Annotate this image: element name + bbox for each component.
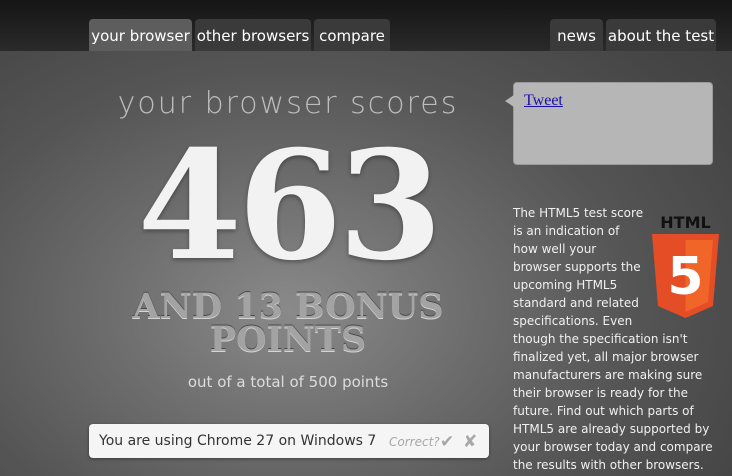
html5-logo-number: 5	[667, 247, 703, 307]
detected-browser-box: You are using Chrome 27 on Windows 7 Cor…	[89, 424, 489, 458]
html5-shield-icon: 5	[652, 234, 719, 318]
tab-about-the-test[interactable]: about the test	[606, 19, 716, 51]
test-description: HTML 5 The HTML5 test score is an indica…	[513, 204, 719, 474]
correct-prompt: Correct?	[389, 435, 440, 449]
score-value: 463	[137, 118, 442, 294]
cross-icon[interactable]: ✘	[463, 424, 477, 460]
tab-your-browser[interactable]: your browser	[89, 19, 192, 51]
bonus-points: AND 13 BONUS POINTS	[132, 286, 444, 360]
tweet-box: Tweet	[505, 82, 713, 165]
html5-logo-label: HTML	[660, 213, 711, 232]
tab-other-browsers[interactable]: other browsers	[195, 19, 311, 51]
html5-logo-icon: HTML 5	[648, 214, 723, 324]
top-navigation: your browser other browsers compare news…	[0, 0, 732, 51]
tweet-link[interactable]: Tweet	[524, 92, 563, 110]
tab-news[interactable]: news	[550, 19, 603, 51]
detected-browser-text: You are using Chrome 27 on Windows 7	[99, 433, 377, 449]
total-points: out of a total of 500 points	[187, 373, 389, 391]
check-icon[interactable]: ✔	[440, 424, 454, 460]
score-heading: your browser scores	[117, 86, 459, 121]
tab-compare[interactable]: compare	[314, 19, 390, 51]
